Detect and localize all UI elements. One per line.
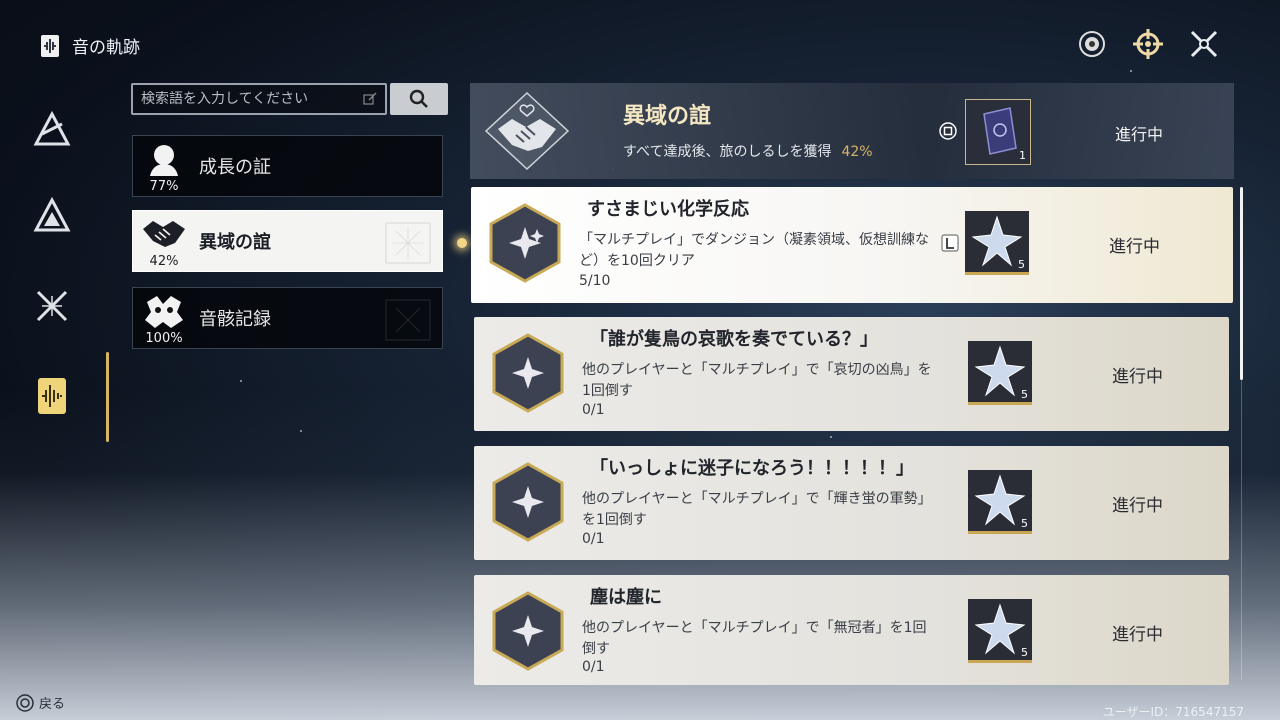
compass-icon[interactable] xyxy=(1130,26,1166,62)
achievement-title: 「誰が隻鳥の哀歌を奏でている？」 xyxy=(590,329,878,350)
square-button-icon[interactable] xyxy=(939,122,957,140)
achievement-reward[interactable]: 5 xyxy=(968,599,1032,663)
crossed-swords-icon[interactable] xyxy=(1186,26,1222,62)
header-actions xyxy=(1074,26,1222,62)
category-percent: 100% xyxy=(145,331,183,346)
achievement-title: すさまじい化学反応 xyxy=(587,199,749,220)
category-foreign-bonds[interactable]: 42% 異域の誼 xyxy=(132,210,443,272)
category-label: 異域の誼 xyxy=(199,232,271,253)
achievement-description: 他のプレイヤーと「マルチプレイ」で「哀切の凶鳥」を1回倒す xyxy=(582,362,932,399)
achievement-status: 進行中 xyxy=(1112,625,1163,645)
achievement-description: 他のプレイヤーと「マルチプレイ」で「無冠者」を1回倒す xyxy=(582,620,927,657)
category-icon: 100% xyxy=(133,288,195,348)
crossed-blades-icon[interactable] xyxy=(22,276,82,336)
banner-description: すべて達成後、旅のしるしを獲得 42% xyxy=(623,144,873,160)
achievement-status: 進行中 xyxy=(1112,496,1163,516)
achievement-badge-icon xyxy=(492,333,564,413)
category-growth[interactable]: 77% 成長の証 xyxy=(132,135,443,197)
achievement-reward[interactable]: 5 xyxy=(968,470,1032,534)
category-label: 音骸記録 xyxy=(199,309,271,330)
achievement-card[interactable]: 「誰が隻鳥の哀歌を奏でている？」 他のプレイヤーと「マルチプレイ」で「哀切の凶鳥… xyxy=(474,317,1229,431)
category-icon: 77% xyxy=(133,136,195,196)
selection-cursor xyxy=(457,238,467,248)
rail-selection-indicator xyxy=(106,352,109,442)
search-box[interactable] xyxy=(131,83,387,115)
banner-title: 異域の誼 xyxy=(623,104,712,129)
background-star xyxy=(300,430,302,432)
category-deco xyxy=(385,299,431,341)
mountain-emblem-icon[interactable] xyxy=(22,186,82,246)
app-title: 音の軌跡 xyxy=(40,33,140,58)
reward-count: 1 xyxy=(1019,149,1026,162)
category-deco xyxy=(385,222,431,264)
achievement-status: 進行中 xyxy=(1109,237,1160,257)
scrollbar[interactable] xyxy=(1240,187,1243,380)
reward-count: 5 xyxy=(1021,517,1028,530)
achievement-progress: 0/1 xyxy=(582,402,605,418)
achievement-progress: 0/1 xyxy=(582,531,605,547)
l-button-icon[interactable] xyxy=(941,234,959,252)
search-button[interactable] xyxy=(390,83,448,115)
category-percent: 77% xyxy=(149,179,179,194)
achievement-progress: 5/10 xyxy=(579,273,611,289)
achievement-description: 「マルチプレイ」でダンジョン（凝素領域、仮想訓練など）を10回クリア xyxy=(579,232,929,269)
page-title: 音の軌跡 xyxy=(72,38,140,58)
achievement-badge-icon xyxy=(492,462,564,542)
target-icon[interactable] xyxy=(1074,26,1110,62)
category-echo-record[interactable]: 100% 音骸記録 xyxy=(132,287,443,349)
edit-icon xyxy=(363,92,377,105)
category-label: 成長の証 xyxy=(199,157,271,178)
reward-count: 5 xyxy=(1021,388,1028,401)
achievement-progress: 0/1 xyxy=(582,659,605,675)
background-star xyxy=(240,380,242,382)
reward-count: 5 xyxy=(1018,258,1025,271)
banner-status: 進行中 xyxy=(1115,125,1164,144)
achievement-badge-icon xyxy=(492,591,564,671)
achievement-title: 「いっしょに迷子になろう！！！！！」 xyxy=(590,458,914,479)
bust-icon xyxy=(150,145,178,176)
back-button[interactable]: 戻る xyxy=(16,693,65,712)
handshake-emblem-icon xyxy=(484,91,570,171)
achievement-card[interactable]: 「いっしょに迷子になろう！！！！！」 他のプレイヤーと「マルチプレイ」で「輝き蛍… xyxy=(474,446,1229,560)
soundwave-book-icon xyxy=(41,34,59,57)
background-star xyxy=(830,436,832,438)
user-id: ユーザーID：716547157 xyxy=(1102,705,1244,719)
banner-percent: 42% xyxy=(841,144,873,160)
echo-creature-icon xyxy=(145,296,183,328)
reward-count: 5 xyxy=(1021,646,1028,659)
achievement-description: 他のプレイヤーと「マルチプレイ」で「輝き蛍の軍勢」を1回倒す xyxy=(582,491,932,528)
search-icon xyxy=(409,89,428,108)
background-star xyxy=(1130,70,1132,72)
resonance-triangle-icon[interactable] xyxy=(22,100,82,160)
achievement-reward[interactable]: 5 xyxy=(965,211,1029,275)
achievement-card[interactable]: すさまじい化学反応 「マルチプレイ」でダンジョン（凝素領域、仮想訓練など）を10… xyxy=(471,187,1233,303)
handshake-icon xyxy=(143,221,185,247)
circle-button-icon xyxy=(16,693,34,712)
banner-reward[interactable]: 1 xyxy=(965,99,1031,165)
achievement-title: 塵は塵に xyxy=(590,587,662,608)
search-input[interactable] xyxy=(141,91,363,107)
back-label: 戻る xyxy=(39,697,66,712)
soundwave-book-icon[interactable] xyxy=(22,366,82,426)
achievement-card[interactable]: 塵は塵に 他のプレイヤーと「マルチプレイ」で「無冠者」を1回倒す 0/1 5 進… xyxy=(474,575,1229,685)
achievement-reward[interactable]: 5 xyxy=(968,341,1032,405)
achievement-badge-icon xyxy=(489,203,561,283)
achievement-status: 進行中 xyxy=(1112,367,1163,387)
category-banner: 異域の誼 すべて達成後、旅のしるしを獲得 42% 1 進行中 xyxy=(470,83,1234,179)
category-percent: 42% xyxy=(149,254,179,269)
category-icon: 42% xyxy=(133,211,195,271)
scroll-track xyxy=(1241,380,1242,680)
